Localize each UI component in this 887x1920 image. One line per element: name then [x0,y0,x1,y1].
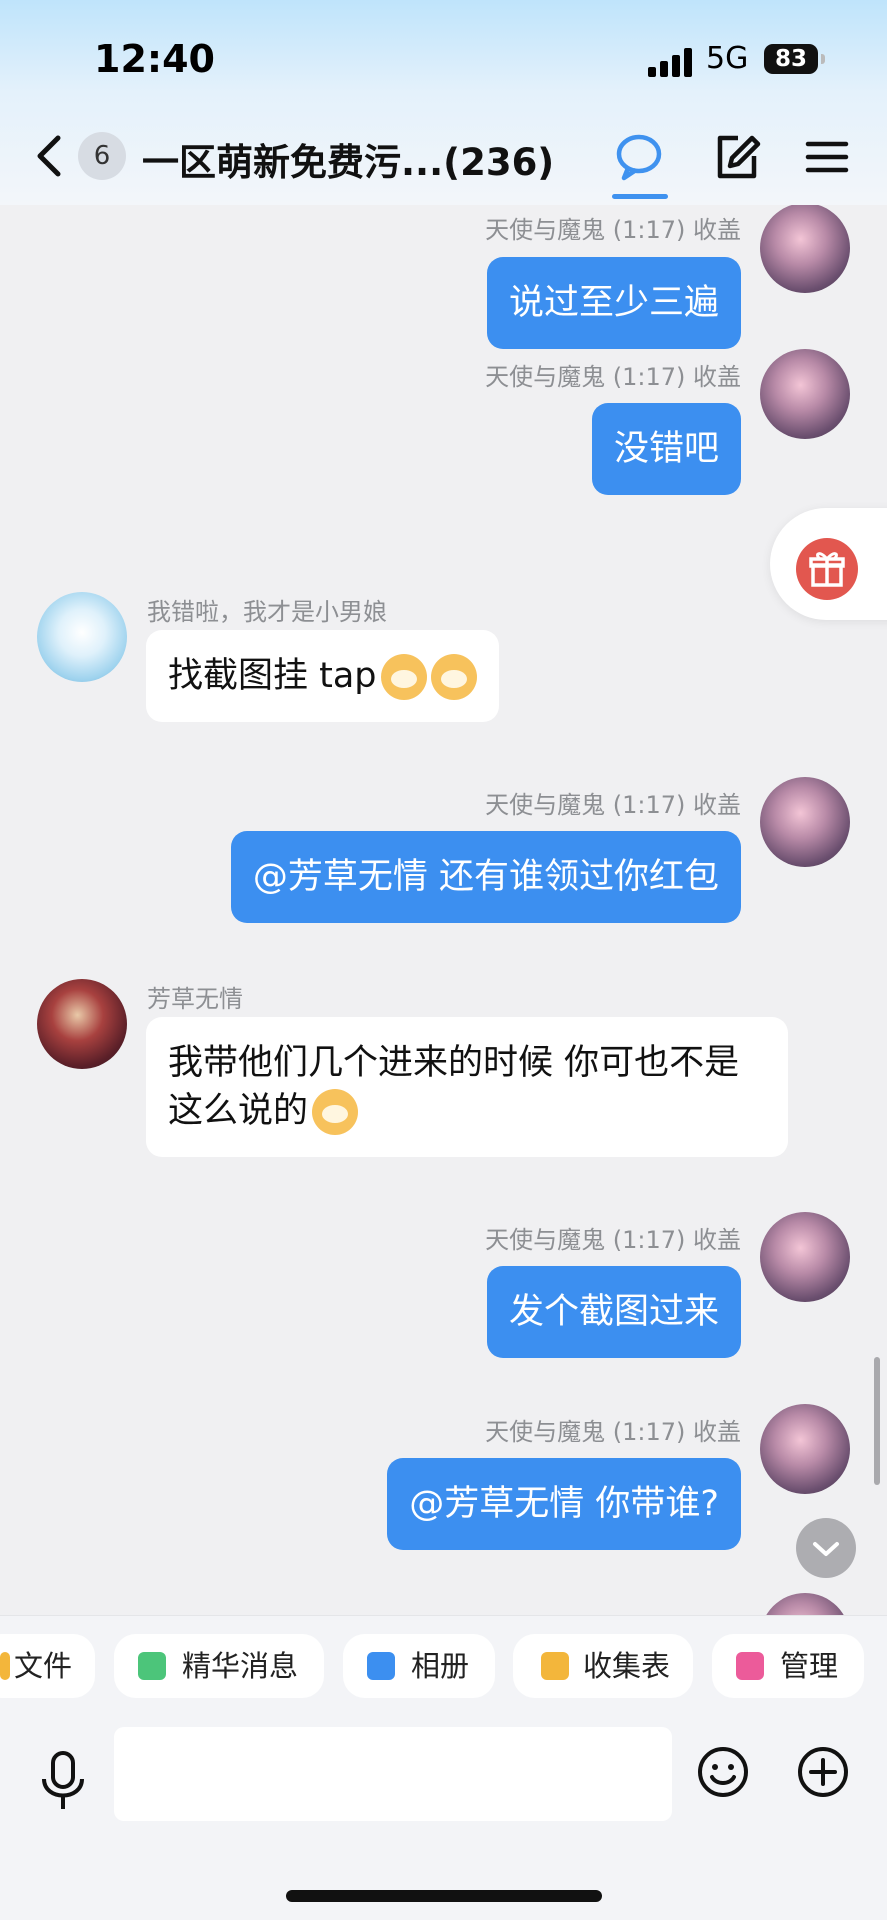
sender-name: 我错啦，我才是小男娘 [147,598,387,626]
sender-name: 芳草无情 [147,985,243,1013]
battery-icon: 83 [764,44,818,74]
top-bar: 12:40 5G 83 6 一区萌新免费污...(236) [0,0,887,205]
essence-icon [138,1652,166,1680]
album-icon [367,1652,395,1680]
scrollbar-thumb[interactable] [874,1357,880,1485]
gift-icon[interactable] [796,538,858,600]
menu-icon[interactable] [804,132,854,182]
message-bubble[interactable]: 找截图挂 tap [146,630,499,722]
message-list[interactable]: 天使与魔鬼 (1:17) 收盖 说过至少三遍 天使与魔鬼 (1:17) 收盖 没… [0,205,887,1615]
chevron-down-icon [813,1542,839,1556]
message-bubble[interactable]: @芳草无情 还有谁领过你红包 [230,831,741,923]
signal-icon [648,47,694,77]
group-title[interactable]: 一区萌新免费污...(236) [142,132,562,186]
unread-badge[interactable]: 6 [78,132,126,180]
message-text: 我带他们几个进来的时候 你可也不是这么说的 [168,1043,740,1131]
message-bubble[interactable]: 没错吧 [591,403,741,495]
network-label: 5G [706,41,749,76]
grid-icon [736,1652,764,1680]
message-bubble[interactable]: 发个截图过来 [486,1266,741,1358]
avatar[interactable] [760,1593,850,1615]
toolbar-item-manage[interactable]: 管理 [712,1634,864,1698]
sender-name: 天使与魔鬼 (1:17) 收盖 [485,363,741,391]
avatar[interactable] [760,205,850,293]
microphone-icon[interactable] [38,1749,88,1813]
toolbar-item-files[interactable]: 文件 [0,1634,95,1698]
sender-name: 天使与魔鬼 (1:17) 收盖 [485,1418,741,1446]
toolbar-item-label: 管理 [780,1649,839,1683]
input-bar [0,1715,887,1920]
shiba-emoji-icon [312,1089,359,1135]
toolbar-item-album[interactable]: 相册 [343,1634,495,1698]
shiba-emoji-icon [380,654,427,700]
home-indicator [286,1890,602,1902]
status-time: 12:40 [94,37,215,81]
gift-pill [770,508,887,620]
chat-bubble-icon[interactable] [614,132,664,182]
avatar[interactable] [760,1212,850,1302]
battery-tip [821,54,825,64]
edit-icon[interactable] [712,132,762,182]
avatar[interactable] [37,592,127,682]
toolbar-item-label: 文件 [14,1649,73,1683]
toolbar-item-collect-form[interactable]: 收集表 [513,1634,693,1698]
avatar[interactable] [760,1404,850,1494]
sender-name: 天使与魔鬼 (1:17) 收盖 [485,1226,741,1254]
message-bubble[interactable]: @芳草无情 你带谁? [387,1458,741,1550]
message-text: 找截图挂 tap [168,656,377,696]
avatar[interactable] [760,777,850,867]
message-bubble[interactable]: 我带他们几个进来的时候 你可也不是这么说的 [146,1017,788,1157]
sender-name: 天使与魔鬼 (1:17) 收盖 [485,791,741,819]
status-bar: 12:40 5G 83 [0,35,887,85]
toolbar-item-essence[interactable]: 精华消息 [114,1634,324,1698]
plus-icon[interactable] [796,1745,850,1799]
scroll-down-button[interactable] [796,1518,856,1578]
toolbar-item-label: 精华消息 [182,1649,299,1683]
sender-name: 天使与魔鬼 (1:17) 收盖 [485,216,741,244]
message-bubble[interactable]: 说过至少三遍 [486,257,741,349]
clipboard-icon [541,1652,569,1680]
avatar[interactable] [37,979,127,1069]
quick-toolbar: 文件 精华消息 相册 收集表 管理 [0,1615,887,1715]
toolbar-item-label: 相册 [411,1649,470,1683]
shiba-emoji-icon [430,654,477,700]
smiley-icon[interactable] [696,1745,750,1799]
message-input[interactable] [114,1727,672,1821]
back-icon[interactable] [32,134,68,178]
avatar[interactable] [760,349,850,439]
active-tab-underline [612,194,668,199]
chat-header: 6 一区萌新免费污...(236) [0,118,887,199]
file-icon [0,1652,10,1680]
toolbar-item-label: 收集表 [583,1649,671,1683]
